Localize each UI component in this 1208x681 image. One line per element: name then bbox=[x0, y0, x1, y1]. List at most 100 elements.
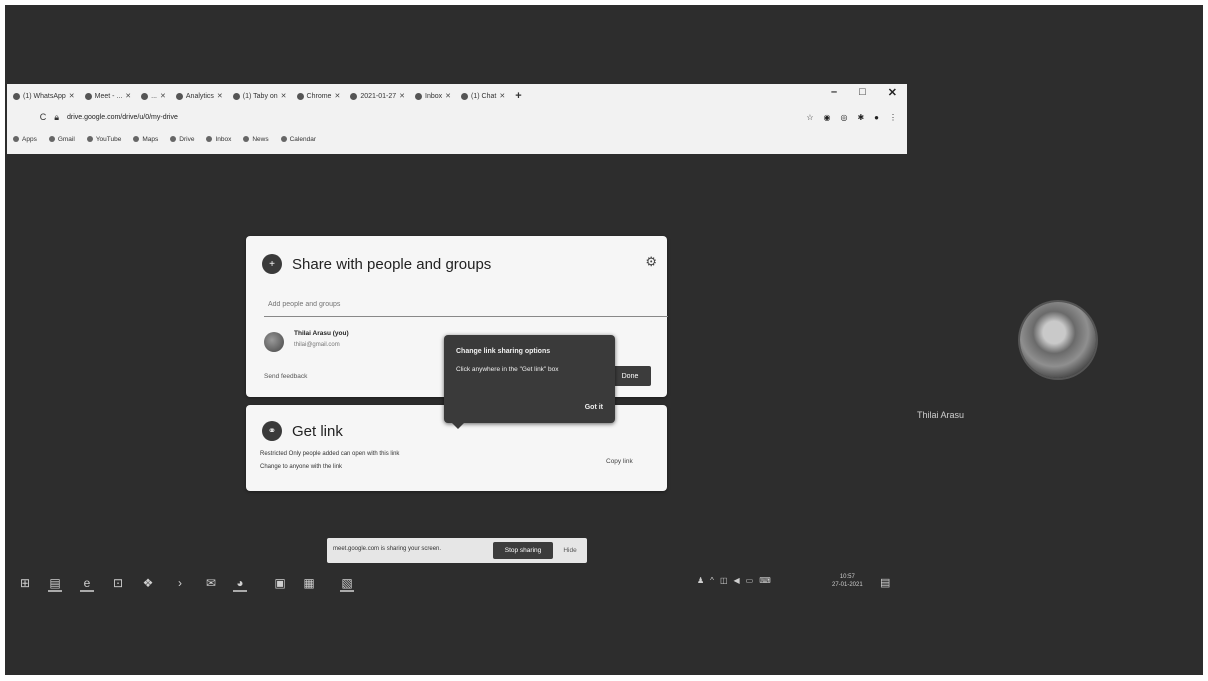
tab-whatsapp[interactable]: (1) WhatsApp ✕ bbox=[13, 92, 75, 100]
close-icon[interactable]: ✕ bbox=[399, 92, 405, 100]
dropbox-icon[interactable]: ❖ bbox=[141, 576, 155, 590]
close-window-button[interactable]: ✕ bbox=[888, 86, 897, 99]
tab-label: Meet - ... bbox=[94, 92, 123, 100]
bookmark-apps[interactable]: Apps bbox=[13, 136, 37, 143]
participant-name: Thilai Arasu bbox=[917, 410, 965, 420]
tab-gmail[interactable]: Inbox ✕ bbox=[415, 92, 451, 100]
tab-teams[interactable]: (1) Taby on ✕ bbox=[232, 92, 287, 100]
whatsapp-icon bbox=[13, 92, 20, 100]
chrome-icon[interactable]: ◕ bbox=[233, 576, 247, 592]
network-icon[interactable]: ◫ bbox=[720, 576, 728, 585]
close-icon[interactable]: ✕ bbox=[281, 92, 287, 100]
extension-icon[interactable]: ◎ bbox=[840, 113, 847, 122]
gmail-icon bbox=[48, 136, 55, 142]
browser-window-chrome: (1) WhatsApp ✕ Meet - ... ✕ ... ✕ Analytics… bbox=[7, 84, 907, 154]
close-icon[interactable]: ✕ bbox=[334, 92, 340, 100]
bookmark-gmail[interactable]: Gmail bbox=[48, 135, 75, 143]
close-icon[interactable]: ✕ bbox=[445, 92, 451, 100]
tab-analytics[interactable]: Analytics ✕ bbox=[175, 92, 223, 100]
people-icon[interactable]: ♟ bbox=[697, 576, 704, 585]
lock-icon[interactable]: 🔒︎ bbox=[54, 112, 59, 123]
done-button[interactable]: Done bbox=[609, 366, 651, 386]
hide-button[interactable]: Hide bbox=[558, 542, 582, 559]
gear-icon[interactable]: ⚙ bbox=[645, 254, 657, 270]
bookmark-inbox[interactable]: Inbox bbox=[206, 136, 231, 143]
teams-icon bbox=[232, 92, 240, 100]
share-dialog-title: Share with people and groups bbox=[292, 256, 492, 273]
drive-icon bbox=[170, 136, 177, 142]
volume-icon[interactable]: ◀ bbox=[734, 576, 740, 585]
bookmark-youtube[interactable]: YouTube bbox=[86, 135, 122, 143]
maps-icon bbox=[133, 136, 140, 142]
tab-misc[interactable]: ... ✕ bbox=[141, 92, 166, 100]
puzzle-icon[interactable]: ✱ bbox=[857, 113, 864, 122]
window-controls: – □ ✕ bbox=[831, 86, 897, 99]
terminal-icon[interactable]: › bbox=[173, 576, 187, 590]
close-icon[interactable]: ✕ bbox=[69, 92, 75, 100]
tab-meet[interactable]: Meet - ... ✕ bbox=[84, 92, 131, 100]
edge-icon[interactable]: e bbox=[80, 576, 94, 592]
star-icon[interactable]: ☆ bbox=[806, 113, 813, 122]
add-people-input[interactable] bbox=[264, 292, 668, 317]
nav-buttons: C 🔒︎ bbox=[13, 112, 59, 123]
change-link-access[interactable]: Change to anyone with the link bbox=[260, 464, 342, 470]
maximize-button[interactable]: □ bbox=[859, 86, 866, 99]
tab-chrome[interactable]: Chrome ✕ bbox=[296, 92, 340, 100]
send-feedback-link[interactable]: Send feedback bbox=[264, 373, 307, 380]
start-icon[interactable]: ⊞ bbox=[18, 576, 32, 590]
youtube-icon bbox=[86, 136, 93, 142]
battery-icon[interactable]: ▭ bbox=[746, 576, 754, 585]
participant-avatar bbox=[1020, 302, 1096, 378]
bookmark-maps[interactable]: Maps bbox=[133, 136, 158, 143]
bookmark-calendar[interactable]: Calendar bbox=[280, 136, 316, 143]
close-icon[interactable]: ✕ bbox=[160, 92, 166, 100]
gmail-icon bbox=[206, 136, 213, 142]
store-icon[interactable]: ⊡ bbox=[111, 576, 125, 590]
bookmark-label: Maps bbox=[142, 135, 159, 143]
stop-sharing-button[interactable]: Stop sharing bbox=[493, 542, 553, 559]
close-icon[interactable]: ✕ bbox=[499, 92, 505, 100]
files-icon[interactable]: ▧ bbox=[340, 576, 354, 592]
taskbar-clock[interactable]: 10:57 27-01-2021 bbox=[832, 573, 863, 589]
chevron-up-icon[interactable]: ^ bbox=[710, 576, 714, 585]
profile-icon[interactable]: ● bbox=[874, 113, 879, 122]
tab-label: (1) WhatsApp bbox=[23, 92, 66, 100]
extensions: ☆ ◉ ◎ ✱ ● ⋮ bbox=[806, 113, 897, 122]
owner-name: Thilai Arasu (you) bbox=[294, 330, 349, 337]
chrome-icon bbox=[296, 92, 304, 100]
extension-icon[interactable]: ◉ bbox=[823, 113, 830, 122]
photos-icon[interactable]: ▦ bbox=[302, 576, 316, 590]
minimize-button[interactable]: – bbox=[831, 86, 837, 99]
close-icon[interactable]: ✕ bbox=[217, 92, 223, 100]
doc-icon bbox=[350, 92, 358, 100]
close-icon[interactable]: ✕ bbox=[125, 92, 131, 100]
word-icon[interactable]: ▣ bbox=[273, 576, 287, 590]
clock-date: 27-01-2021 bbox=[832, 582, 863, 588]
owner-email: thilai@gmail.com bbox=[294, 342, 340, 348]
link-icon: ⚭ bbox=[262, 421, 282, 441]
bookmark-drive[interactable]: Drive bbox=[170, 136, 194, 143]
got-it-button[interactable]: Got it bbox=[585, 404, 603, 411]
bookmark-news[interactable]: News bbox=[243, 136, 269, 143]
tab-label: (1) Taby on bbox=[242, 92, 278, 100]
mail-icon[interactable]: ✉ bbox=[204, 576, 218, 590]
system-tray: ♟ ^ ◫ ◀ ▭ ⌨ bbox=[697, 576, 771, 585]
tab-chat[interactable]: (1) Chat ✕ bbox=[461, 92, 505, 100]
address-bar-row: C 🔒︎ drive.google.com/drive/u/0/my-drive… bbox=[13, 110, 897, 124]
calendar-icon bbox=[280, 136, 287, 142]
get-link-title: Get link bbox=[292, 423, 343, 440]
reload-icon[interactable]: C bbox=[40, 112, 47, 123]
bookmark-label: YouTube bbox=[95, 135, 122, 143]
copy-link-button[interactable]: Copy link bbox=[606, 458, 633, 465]
new-tab-button[interactable]: + bbox=[515, 90, 521, 102]
gmail-icon bbox=[415, 92, 423, 100]
address-bar[interactable]: drive.google.com/drive/u/0/my-drive bbox=[67, 114, 798, 121]
news-icon bbox=[243, 136, 250, 142]
keyboard-icon[interactable]: ⌨ bbox=[759, 576, 771, 585]
tab-label: Chrome bbox=[306, 92, 332, 100]
notifications-icon[interactable]: ▤ bbox=[880, 576, 890, 589]
menu-icon[interactable]: ⋮ bbox=[889, 113, 897, 122]
task-view-icon[interactable]: ▤ bbox=[48, 576, 62, 592]
bookmark-label: Gmail bbox=[57, 135, 75, 143]
tab-doc[interactable]: 2021-01-27 ✕ bbox=[350, 92, 405, 100]
